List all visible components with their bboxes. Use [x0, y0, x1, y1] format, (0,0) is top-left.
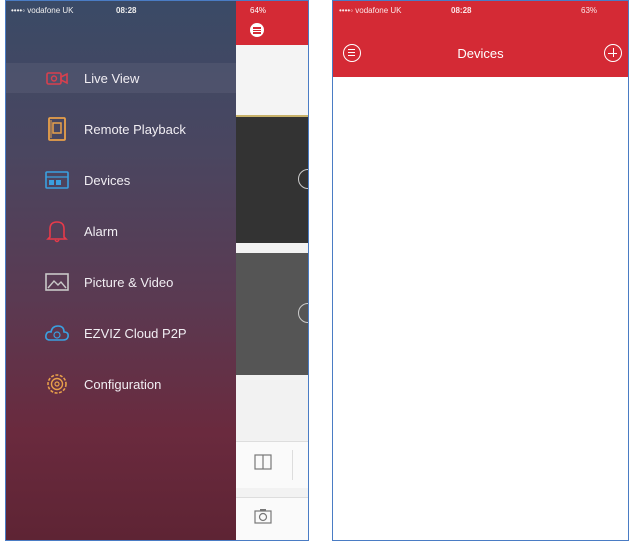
- video-tile[interactable]: [236, 253, 308, 375]
- snapshot-icon[interactable]: [254, 508, 272, 529]
- add-device-icon[interactable]: [298, 169, 308, 189]
- menu-item-devices[interactable]: Devices: [44, 165, 234, 195]
- toolbar-row: [236, 441, 308, 488]
- left-phone-screen: ••••◦ vodafone UK 08:28 Live View Remote…: [5, 0, 309, 541]
- carrier-label: ••••◦ vodafone UK: [339, 6, 402, 15]
- menu-item-remote-playback[interactable]: Remote Playback: [44, 114, 234, 144]
- camera-icon: [44, 67, 70, 89]
- page-title: Devices: [457, 46, 504, 61]
- right-phone-screen: ••••◦ vodafone UK 08:28 63% Devices: [332, 0, 629, 541]
- menu-item-ezviz-cloud[interactable]: EZVIZ Cloud P2P: [44, 318, 234, 348]
- toolbar-row: [236, 497, 308, 540]
- battery-label: 63%: [581, 6, 598, 15]
- side-menu: ••••◦ vodafone UK 08:28 Live View Remote…: [6, 1, 236, 540]
- battery-label: 64%: [250, 6, 267, 15]
- menu-toggle-icon[interactable]: [250, 23, 264, 37]
- carrier-label: ••••◦ vodafone UK: [11, 6, 74, 15]
- menu-item-picture-video[interactable]: Picture & Video: [44, 267, 234, 297]
- devices-icon: [44, 169, 70, 191]
- menu-label-live-view: Live View: [84, 70, 140, 86]
- status-bar: ••••◦ vodafone UK 08:28: [6, 1, 236, 19]
- menu-label-alarm: Alarm: [84, 223, 118, 239]
- content-spacer: [236, 45, 308, 115]
- menu-item-alarm[interactable]: Alarm: [44, 216, 234, 246]
- cloud-icon: [44, 322, 70, 344]
- split-screen-icon[interactable]: [254, 454, 272, 475]
- status-bar: ••••◦ vodafone UK 08:28 63%: [333, 1, 628, 19]
- playback-icon: [44, 117, 70, 141]
- app-content-behind-menu: 64%: [236, 1, 308, 540]
- clock-label: 08:28: [116, 6, 137, 15]
- menu-item-live-view[interactable]: Live View: [6, 63, 236, 93]
- gear-icon: [44, 373, 70, 395]
- devices-list-empty: [333, 77, 628, 540]
- menu-label-picture-video: Picture & Video: [84, 274, 174, 290]
- add-device-button[interactable]: [604, 44, 622, 62]
- app-header: 64%: [236, 1, 308, 45]
- status-bar-right: 64%: [236, 1, 308, 19]
- menu-label-ezviz-cloud: EZVIZ Cloud P2P: [84, 325, 187, 341]
- bell-icon: [44, 220, 70, 243]
- clock-label: 08:28: [451, 6, 472, 15]
- menu-label-devices: Devices: [84, 172, 131, 188]
- divider: [292, 450, 293, 480]
- picture-icon: [44, 271, 70, 293]
- video-tile[interactable]: [236, 115, 308, 243]
- menu-label-configuration: Configuration: [84, 376, 162, 392]
- add-device-icon[interactable]: [298, 303, 308, 323]
- menu-item-configuration[interactable]: Configuration: [44, 369, 234, 399]
- menu-label-remote-playback: Remote Playback: [84, 121, 186, 137]
- devices-header: ••••◦ vodafone UK 08:28 63% Devices: [333, 1, 628, 77]
